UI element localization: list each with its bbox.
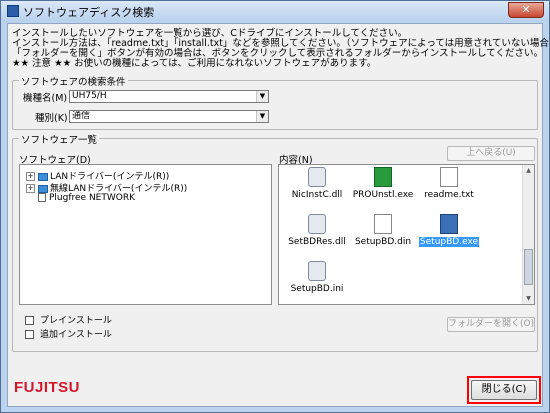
type-label: 種別(K) bbox=[35, 113, 68, 124]
file-item-selected[interactable]: SetupBD.exe bbox=[417, 214, 481, 247]
app-icon bbox=[7, 5, 19, 17]
client-area: インストールしたいソフトウェアを一覧から選び、Cドライブにインストールしてくださ… bbox=[7, 23, 549, 407]
expand-icon[interactable]: + bbox=[26, 184, 35, 193]
folder-icon bbox=[38, 184, 48, 193]
file-item[interactable]: readme.txt bbox=[417, 167, 481, 200]
network-app-icon bbox=[38, 193, 46, 202]
model-select[interactable]: UH75/H ▼ bbox=[69, 90, 269, 103]
type-select[interactable]: 通信 ▼ bbox=[69, 110, 269, 123]
type-value: 通信 bbox=[72, 111, 91, 121]
app-file-icon bbox=[374, 167, 392, 187]
file-item[interactable]: SetBDRes.dll bbox=[285, 214, 349, 247]
preinstall-action[interactable]: プレインストール bbox=[25, 313, 112, 326]
file-name: NicInstC.dll bbox=[291, 190, 343, 200]
add-install-action[interactable]: 追加インストール bbox=[25, 327, 112, 340]
file-item[interactable]: SetupBD.ini bbox=[285, 261, 349, 294]
type-dropdown-icon[interactable]: ▼ bbox=[256, 111, 268, 122]
file-name: PROUnstl.exe bbox=[352, 190, 414, 200]
file-item[interactable]: SetupBD.din bbox=[351, 214, 415, 247]
file-name: SetBDRes.dll bbox=[288, 237, 346, 247]
file-name: SetupBD.exe bbox=[418, 237, 480, 247]
window-close-button[interactable]: ✕ bbox=[508, 2, 544, 18]
expand-icon[interactable]: + bbox=[26, 172, 35, 181]
scroll-thumb[interactable] bbox=[524, 249, 533, 285]
text-file-icon bbox=[374, 214, 392, 234]
close-button[interactable]: 閉じる(C) bbox=[471, 380, 537, 400]
software-list-group: ソフトウェア一覧 ソフトウェア(D) 内容(N) 上へ戻る(U) + LANドライ… bbox=[12, 132, 538, 352]
scroll-down-icon[interactable]: ▼ bbox=[523, 293, 534, 304]
app-window: ソフトウェアディスク検索 ✕ インストールしたいソフトウェアを一覧から選び、Cド… bbox=[0, 0, 550, 413]
software-list-legend: ソフトウェア一覧 bbox=[19, 132, 100, 146]
scroll-up-icon[interactable]: ▲ bbox=[523, 165, 534, 176]
file-name: readme.txt bbox=[424, 190, 474, 200]
folder-icon bbox=[38, 172, 48, 181]
cfg-file-icon bbox=[308, 167, 326, 187]
file-name: SetupBD.din bbox=[354, 237, 412, 247]
cfg-file-icon bbox=[308, 261, 326, 281]
fujitsu-logo: FUJITSU bbox=[14, 379, 81, 396]
tree-item-label: Plugfree NETWORK bbox=[49, 193, 136, 203]
preinstall-icon bbox=[25, 316, 34, 325]
file-item[interactable]: NicInstC.dll bbox=[285, 167, 349, 200]
up-button[interactable]: 上へ戻る(U) bbox=[447, 146, 535, 161]
file-item[interactable]: PROUnstl.exe bbox=[351, 167, 415, 200]
text-file-icon bbox=[440, 167, 458, 187]
file-name: SetupBD.ini bbox=[290, 284, 344, 294]
model-dropdown-icon[interactable]: ▼ bbox=[256, 91, 268, 102]
model-value: UH75/H bbox=[72, 91, 107, 101]
search-conditions-group: ソフトウェアの検索条件 機種名(M) UH75/H ▼ 種別(K) 通信 ▼ bbox=[12, 74, 538, 130]
add-install-icon bbox=[25, 330, 34, 339]
setup-file-icon bbox=[440, 214, 458, 234]
search-conditions-legend: ソフトウェアの検索条件 bbox=[19, 74, 128, 88]
contents-scrollbar[interactable]: ▲ ▼ bbox=[522, 165, 534, 304]
open-folder-button[interactable]: フォルダーを開く(O) bbox=[447, 317, 535, 332]
contents-view: NicInstC.dll PROUnstl.exe readme.txt Set… bbox=[278, 164, 535, 305]
add-install-label: 追加インストール bbox=[40, 330, 112, 340]
cfg-file-icon bbox=[308, 214, 326, 234]
software-tree: + LANドライバー(インテル(R)) + 無線LANドライバー(インテル(R)) … bbox=[19, 164, 272, 305]
window-title: ソフトウェアディスク検索 bbox=[23, 6, 155, 19]
title-bar: ソフトウェアディスク検索 ✕ bbox=[1, 1, 549, 21]
preinstall-label: プレインストール bbox=[40, 316, 112, 326]
info-line-4: ★★ 注意 ★★ お使いの機種によっては、ご利用になれないソフトウェアがあります… bbox=[12, 58, 377, 69]
tree-item[interactable]: Plugfree NETWORK bbox=[38, 193, 135, 203]
model-label: 機種名(M) bbox=[23, 93, 68, 104]
